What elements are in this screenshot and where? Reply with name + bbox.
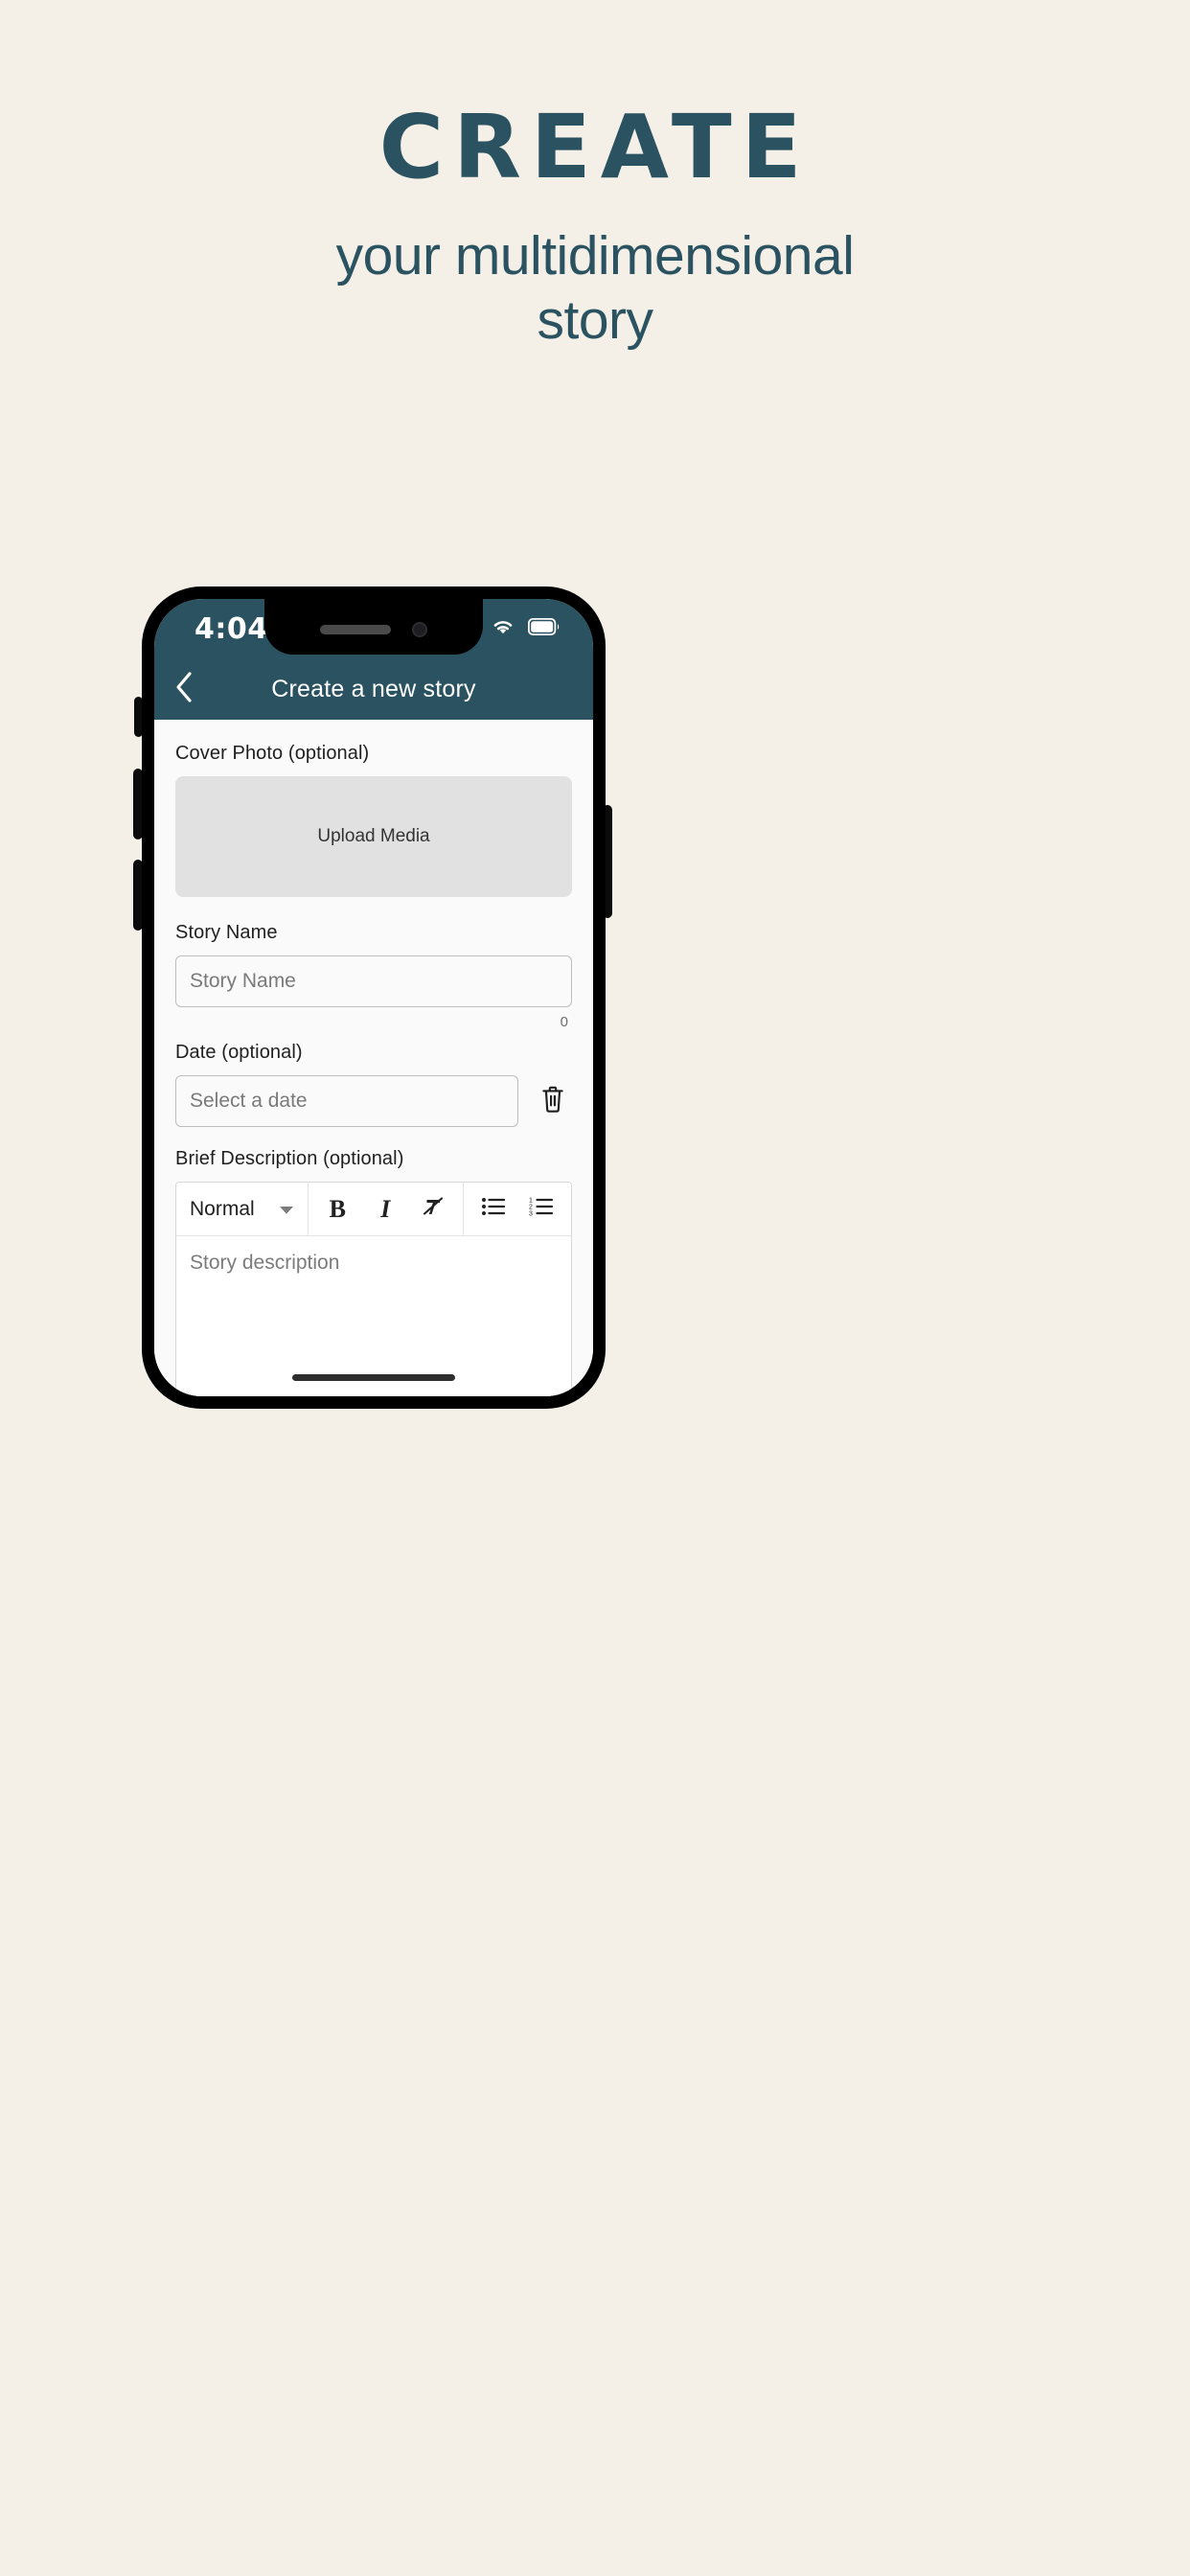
front-camera	[412, 622, 427, 637]
battery-full-icon	[527, 617, 561, 640]
date-label: Date (optional)	[175, 1042, 303, 1063]
bold-button[interactable]: B	[313, 1183, 361, 1235]
promo-subtitle-line-1: your multidimensional	[335, 225, 855, 287]
app-bar-title: Create a new story	[271, 675, 476, 702]
story-name-placeholder: Story Name	[190, 970, 296, 992]
date-placeholder: Select a date	[190, 1090, 308, 1112]
italic-icon: I	[380, 1194, 391, 1223]
app-bar: Create a new story	[154, 658, 593, 720]
phone-screen: 4:04 Create a new story Cover Photo (opt…	[154, 599, 593, 1396]
promo-header: CREATE your multidimensional story	[0, 104, 1190, 354]
date-row: Select a date	[175, 1075, 572, 1127]
promo-subtitle-line-2: story	[537, 289, 653, 352]
svg-text:2: 2	[529, 1205, 533, 1211]
description-placeholder: Story description	[190, 1252, 340, 1274]
story-name-label: Story Name	[175, 922, 278, 943]
phone-mockup: 4:04 Create a new story Cover Photo (opt…	[133, 586, 1046, 1409]
text-style-value: Normal	[190, 1197, 255, 1220]
numbered-list-button[interactable]: 1 2 3	[517, 1183, 565, 1235]
story-name-input[interactable]: Story Name	[175, 955, 572, 1007]
create-story-form: Cover Photo (optional) Upload Media Stor…	[154, 720, 593, 1396]
list-group: 1 2 3	[464, 1183, 571, 1235]
upload-media-dropzone[interactable]: Upload Media	[175, 776, 572, 897]
description-label: Brief Description (optional)	[175, 1148, 404, 1169]
chevron-left-icon	[173, 671, 195, 708]
rich-text-editor: Normal B I 1 2 3 Story description	[175, 1182, 572, 1396]
format-group: B I	[308, 1183, 463, 1235]
wifi-icon	[491, 617, 515, 641]
description-textarea[interactable]: Story description	[176, 1236, 571, 1396]
promo-subtitle: your multidimensional story	[0, 224, 1190, 354]
promo-screenshot: CREATE your multidimensional story 4:04	[0, 0, 1190, 2576]
back-button[interactable]	[154, 671, 214, 708]
page-title: CREATE	[378, 96, 812, 198]
clear-formatting-button[interactable]	[409, 1183, 457, 1235]
trash-icon	[540, 1085, 565, 1118]
date-input[interactable]: Select a date	[175, 1075, 518, 1127]
chevron-down-icon	[279, 1198, 294, 1221]
svg-text:1: 1	[529, 1198, 533, 1205]
text-style-select[interactable]: Normal	[176, 1183, 308, 1235]
notch	[264, 599, 483, 655]
upload-media-text: Upload Media	[317, 826, 430, 846]
bullet-list-button[interactable]	[469, 1183, 517, 1235]
svg-text:3: 3	[529, 1211, 533, 1218]
cover-photo-label: Cover Photo (optional)	[175, 743, 370, 764]
clear-formatting-icon	[421, 1194, 446, 1224]
clear-date-button[interactable]	[534, 1080, 572, 1122]
bullet-list-icon	[481, 1196, 506, 1222]
earpiece-speaker	[320, 625, 391, 634]
numbered-list-icon: 1 2 3	[529, 1196, 554, 1222]
rich-text-toolbar: Normal B I 1 2 3	[176, 1183, 571, 1236]
italic-button[interactable]: I	[361, 1183, 409, 1235]
status-time: 4:04	[195, 611, 268, 646]
bold-icon: B	[329, 1194, 346, 1223]
home-indicator[interactable]	[292, 1374, 455, 1381]
story-name-counter: 0	[560, 1014, 568, 1030]
